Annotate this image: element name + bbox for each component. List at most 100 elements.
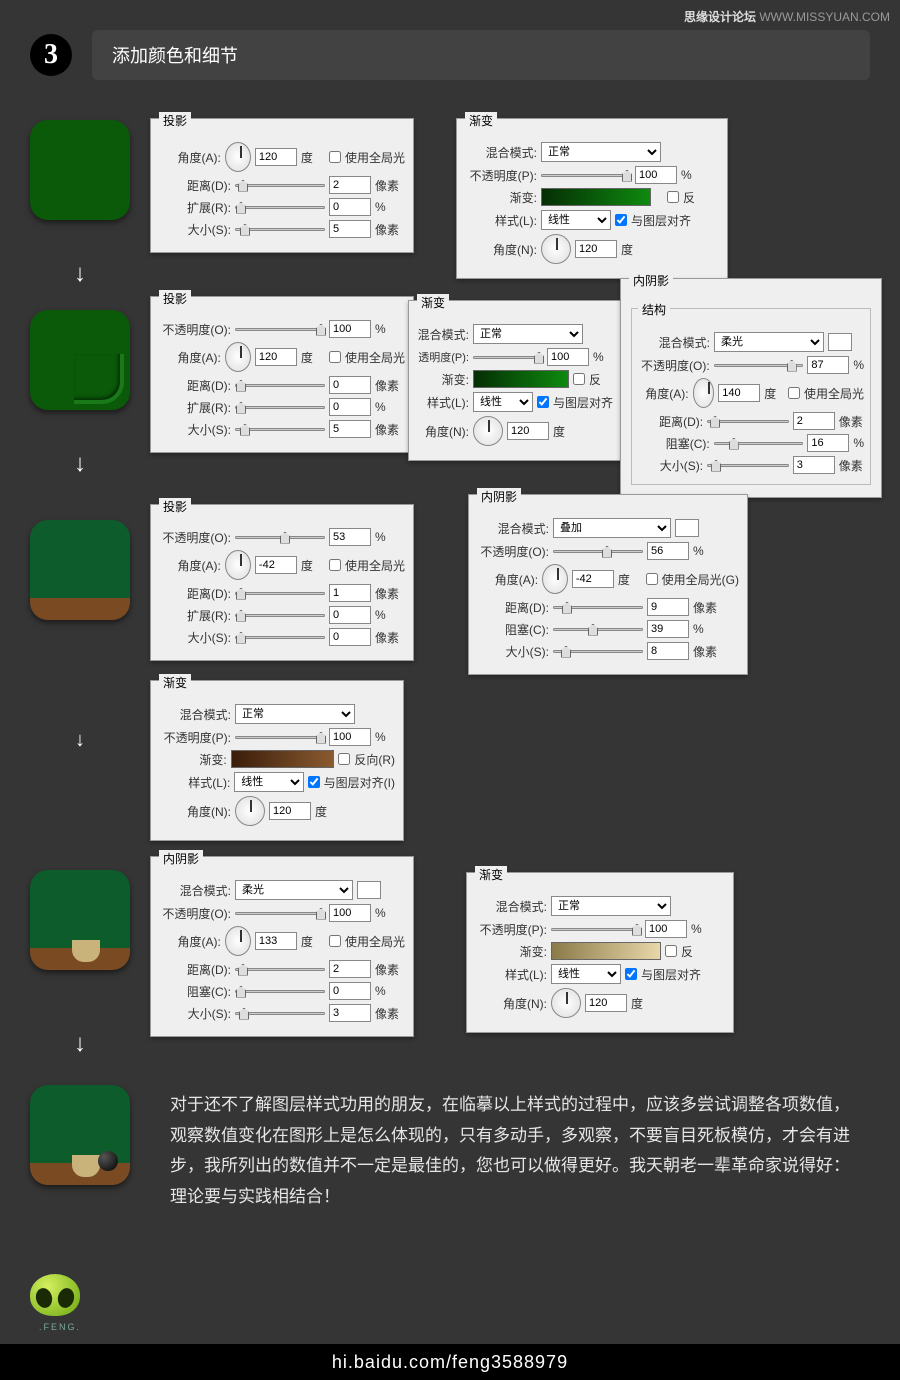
reverse-checkbox[interactable] bbox=[667, 191, 679, 203]
gradient-picker[interactable] bbox=[551, 942, 661, 960]
angle-dial[interactable] bbox=[235, 796, 265, 826]
color-swatch[interactable] bbox=[675, 519, 699, 537]
distance-input[interactable] bbox=[329, 176, 371, 194]
opacity-slider[interactable] bbox=[714, 364, 804, 367]
angle-input[interactable] bbox=[255, 148, 297, 166]
gradient-picker[interactable] bbox=[473, 370, 569, 388]
angle-input[interactable] bbox=[575, 240, 617, 258]
opacity-slider[interactable] bbox=[235, 736, 325, 739]
distance-slider[interactable] bbox=[235, 184, 325, 187]
spread-input[interactable] bbox=[329, 606, 371, 624]
align-checkbox[interactable] bbox=[308, 776, 320, 788]
gradient-picker[interactable] bbox=[231, 750, 335, 768]
angle-input[interactable] bbox=[718, 384, 760, 402]
angle-input[interactable] bbox=[507, 422, 549, 440]
global-light-checkbox[interactable] bbox=[329, 559, 341, 571]
angle-dial[interactable] bbox=[473, 416, 503, 446]
angle-input[interactable] bbox=[269, 802, 311, 820]
spread-slider[interactable] bbox=[235, 206, 325, 209]
blend-select[interactable]: 柔光 bbox=[235, 880, 353, 900]
style-select[interactable]: 线性 bbox=[473, 392, 533, 412]
blend-select[interactable]: 叠加 bbox=[553, 518, 671, 538]
angle-dial[interactable] bbox=[542, 564, 568, 594]
color-swatch[interactable] bbox=[828, 333, 852, 351]
reverse-checkbox[interactable] bbox=[573, 373, 585, 385]
distance-input[interactable] bbox=[329, 960, 371, 978]
global-light-checkbox[interactable] bbox=[329, 351, 341, 363]
align-checkbox[interactable] bbox=[537, 396, 549, 408]
angle-dial[interactable] bbox=[225, 342, 251, 372]
distance-input[interactable] bbox=[329, 376, 371, 394]
align-checkbox[interactable] bbox=[625, 968, 637, 980]
angle-input[interactable] bbox=[255, 556, 297, 574]
blend-select[interactable]: 正常 bbox=[541, 142, 661, 162]
blend-select[interactable]: 正常 bbox=[235, 704, 355, 724]
spread-slider[interactable] bbox=[235, 406, 325, 409]
size-slider[interactable] bbox=[235, 228, 325, 231]
blend-select[interactable]: 正常 bbox=[473, 324, 583, 344]
opacity-slider[interactable] bbox=[541, 174, 631, 177]
choke-slider[interactable] bbox=[235, 990, 325, 993]
color-swatch[interactable] bbox=[357, 881, 381, 899]
opacity-slider[interactable] bbox=[235, 328, 325, 331]
opacity-input[interactable] bbox=[329, 320, 371, 338]
choke-input[interactable] bbox=[807, 434, 849, 452]
choke-slider[interactable] bbox=[553, 628, 643, 631]
angle-input[interactable] bbox=[572, 570, 614, 588]
blend-select[interactable]: 正常 bbox=[551, 896, 671, 916]
opacity-input[interactable] bbox=[807, 356, 849, 374]
style-select[interactable]: 线性 bbox=[551, 964, 621, 984]
blend-select[interactable]: 柔光 bbox=[714, 332, 824, 352]
size-slider[interactable] bbox=[707, 464, 789, 467]
size-slider[interactable] bbox=[235, 1012, 325, 1015]
opacity-input[interactable] bbox=[329, 528, 371, 546]
distance-slider[interactable] bbox=[235, 968, 325, 971]
size-input[interactable] bbox=[329, 420, 371, 438]
angle-dial[interactable] bbox=[541, 234, 571, 264]
align-checkbox[interactable] bbox=[615, 214, 627, 226]
distance-slider[interactable] bbox=[553, 606, 643, 609]
angle-dial[interactable] bbox=[551, 988, 581, 1018]
choke-slider[interactable] bbox=[714, 442, 804, 445]
angle-input[interactable] bbox=[255, 932, 297, 950]
opacity-slider[interactable] bbox=[551, 928, 641, 931]
style-select[interactable]: 线性 bbox=[541, 210, 611, 230]
opacity-input[interactable] bbox=[635, 166, 677, 184]
opacity-input[interactable] bbox=[547, 348, 589, 366]
size-input[interactable] bbox=[329, 1004, 371, 1022]
size-slider[interactable] bbox=[553, 650, 643, 653]
global-light-checkbox[interactable] bbox=[329, 151, 341, 163]
global-light-checkbox[interactable] bbox=[788, 387, 800, 399]
angle-dial[interactable] bbox=[225, 926, 251, 956]
distance-slider[interactable] bbox=[235, 592, 325, 595]
distance-slider[interactable] bbox=[235, 384, 325, 387]
angle-dial[interactable] bbox=[693, 378, 715, 408]
opacity-slider[interactable] bbox=[235, 536, 325, 539]
angle-dial[interactable] bbox=[225, 550, 251, 580]
spread-input[interactable] bbox=[329, 398, 371, 416]
reverse-checkbox[interactable] bbox=[665, 945, 677, 957]
reverse-checkbox[interactable] bbox=[338, 753, 350, 765]
size-input[interactable] bbox=[329, 220, 371, 238]
size-slider[interactable] bbox=[235, 428, 325, 431]
angle-input[interactable] bbox=[255, 348, 297, 366]
spread-input[interactable] bbox=[329, 198, 371, 216]
opacity-slider[interactable] bbox=[553, 550, 643, 553]
distance-input[interactable] bbox=[647, 598, 689, 616]
opacity-slider[interactable] bbox=[473, 356, 543, 359]
distance-input[interactable] bbox=[793, 412, 835, 430]
opacity-input[interactable] bbox=[329, 728, 371, 746]
gradient-picker[interactable] bbox=[541, 188, 651, 206]
style-select[interactable]: 线性 bbox=[234, 772, 303, 792]
angle-input[interactable] bbox=[585, 994, 627, 1012]
opacity-slider[interactable] bbox=[235, 912, 325, 915]
size-slider[interactable] bbox=[235, 636, 325, 639]
global-light-checkbox[interactable] bbox=[646, 573, 658, 585]
distance-slider[interactable] bbox=[707, 420, 789, 423]
size-input[interactable] bbox=[329, 628, 371, 646]
size-input[interactable] bbox=[647, 642, 689, 660]
choke-input[interactable] bbox=[329, 982, 371, 1000]
angle-dial[interactable] bbox=[225, 142, 251, 172]
distance-input[interactable] bbox=[329, 584, 371, 602]
spread-slider[interactable] bbox=[235, 614, 325, 617]
